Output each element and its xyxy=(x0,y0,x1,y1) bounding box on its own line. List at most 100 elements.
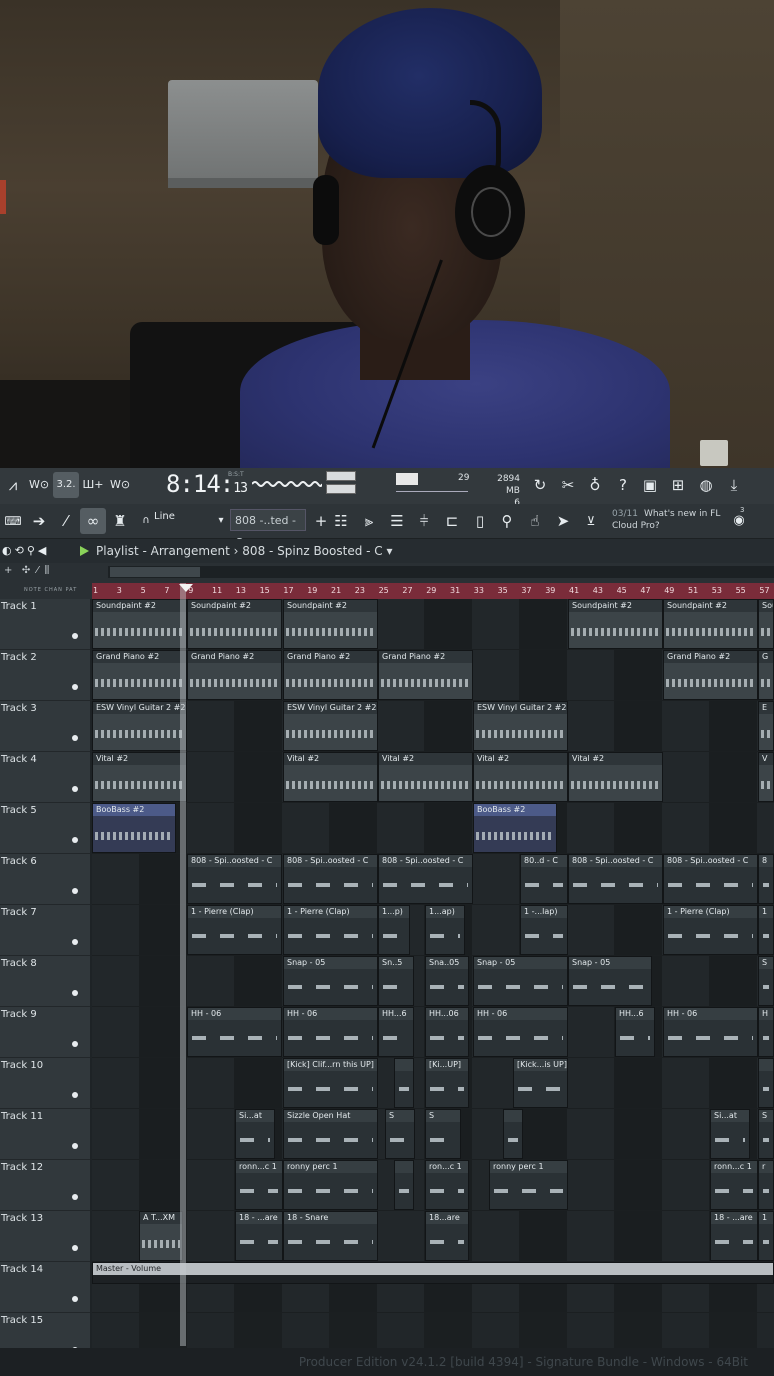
pattern-clip[interactable]: 808 - Spi..oosted - C xyxy=(378,854,473,904)
pattern-clip[interactable]: 1 - Pierre (Clap) xyxy=(187,905,282,955)
pattern-clip[interactable]: 1...p) xyxy=(378,905,410,955)
audio-clip[interactable]: Vital #2 xyxy=(283,752,378,802)
track-lane[interactable]: Vital #2 Vital #2 Vital #2 Vital #2 Vital #2… xyxy=(92,752,774,803)
track-mute-indicator[interactable] xyxy=(72,888,78,894)
brush-icon[interactable]: ⁄ xyxy=(53,508,79,534)
playhead-marker[interactable] xyxy=(179,584,193,592)
track-lane[interactable]: A T...XM 18 - ...are 18 - Snare 18...are 18 … xyxy=(92,1211,774,1262)
audio-clip[interactable]: Grand Piano #2 xyxy=(378,650,473,700)
pattern-clip[interactable]: Snap - 05 xyxy=(283,956,378,1006)
microphone-icon[interactable]: ♁ xyxy=(582,472,608,498)
pattern-clip[interactable]: 18 - ...are xyxy=(235,1211,283,1261)
pattern-clip[interactable]: 8 xyxy=(758,854,774,904)
pattern-clip[interactable]: 18 - Snare xyxy=(283,1211,378,1261)
track-lane[interactable]: [Kick] Clif...rn this UP] [Ki...UP] [Kick.… xyxy=(92,1058,774,1109)
pattern-clip[interactable]: 1 xyxy=(758,1211,774,1261)
track-mute-indicator[interactable] xyxy=(72,939,78,945)
pattern-clip[interactable] xyxy=(503,1109,523,1159)
timeline-ruler[interactable]: 1 3 5 7 9 11 13 15 17 19 21 23 25 27 29 31 33 35 37 39 41 43 4… xyxy=(92,583,774,599)
arrow-right-icon[interactable]: ➔ xyxy=(26,508,52,534)
pattern-clip[interactable]: [Kick...is UP] xyxy=(513,1058,568,1108)
plugin-icon[interactable]: ⚲ xyxy=(494,508,520,534)
track-mute-indicator[interactable] xyxy=(72,1194,78,1200)
audio-clip[interactable]: Soundpaint #2 xyxy=(187,599,282,649)
pattern-clip[interactable]: Snap - 05 xyxy=(568,956,652,1006)
pattern-clip[interactable]: 80..d - C xyxy=(520,854,568,904)
track-header[interactable]: Track 5 xyxy=(0,803,90,854)
audio-clip[interactable]: Vital #2 xyxy=(568,752,663,802)
pattern-clip[interactable] xyxy=(758,1058,774,1108)
track-header[interactable]: Track 2 xyxy=(0,650,90,701)
track-lane[interactable]: ronn...c 1 ronny perc 1 ron...c 1 ronny per… xyxy=(92,1160,774,1211)
mixer-icon[interactable]: ⊞ xyxy=(665,472,691,498)
send-icon[interactable]: ➤ xyxy=(550,508,576,534)
pattern-clip[interactable]: 808 - Spi..oosted - C xyxy=(663,854,758,904)
pattern-clip[interactable]: H xyxy=(758,1007,774,1057)
track-header[interactable]: Track 6 xyxy=(0,854,90,905)
track-mute-indicator[interactable] xyxy=(72,1092,78,1098)
playlist-icon[interactable]: ☷ xyxy=(328,508,354,534)
audio-clip[interactable]: BooBass #2 xyxy=(92,803,176,853)
browser-icon[interactable]: ⊏ xyxy=(439,508,465,534)
track-lane[interactable]: Master - Volume xyxy=(92,1262,774,1313)
horizontal-scrollbar[interactable] xyxy=(108,566,774,578)
pattern-clip[interactable]: HH - 06 xyxy=(283,1007,378,1057)
track-lane[interactable]: HH - 06 HH - 06 HH...6 HH...06 HH - 06 HH...6… xyxy=(92,1007,774,1058)
typing-keyboard-icon[interactable]: ⌨ xyxy=(0,508,26,534)
track-header[interactable]: Track 13 xyxy=(0,1211,90,1262)
pattern-clip[interactable]: [Kick] Clif...rn this UP] xyxy=(283,1058,378,1108)
automation-clip[interactable]: Master - Volume xyxy=(92,1262,774,1284)
audio-clip[interactable]: Soundpaint #2 xyxy=(568,599,663,649)
pattern-clip[interactable]: ron...c 1 xyxy=(425,1160,469,1210)
pattern-clip[interactable]: 1 - Pierre (Clap) xyxy=(283,905,378,955)
track-mute-indicator[interactable] xyxy=(72,1245,78,1251)
file-icon[interactable]: ▯ xyxy=(467,508,493,534)
pattern-clip[interactable]: Si...at xyxy=(710,1109,750,1159)
playlist-tools-icons[interactable]: ◐⟲⚲◀ xyxy=(2,539,49,563)
pattern-clip[interactable] xyxy=(394,1058,414,1108)
download-icon[interactable]: ⤓ xyxy=(721,472,747,498)
pattern-clip[interactable]: HH...06 xyxy=(425,1007,469,1057)
pattern-clip[interactable]: 808 - Spi..oosted - C xyxy=(568,854,663,904)
audio-clip[interactable]: Grand Piano #2 xyxy=(187,650,282,700)
track-header[interactable]: Track 10 xyxy=(0,1058,90,1109)
playhead[interactable] xyxy=(180,583,186,1346)
help-icon[interactable]: ? xyxy=(610,472,636,498)
track-mute-indicator[interactable] xyxy=(72,1041,78,1047)
pattern-clip[interactable]: 1...ap) xyxy=(425,905,465,955)
track-mute-indicator[interactable] xyxy=(72,786,78,792)
pattern-clip[interactable]: 808 - Spi..oosted - C xyxy=(187,854,282,904)
pattern-clip[interactable]: HH...6 xyxy=(378,1007,414,1057)
track-lane[interactable]: Si...at Sizzle Open Hat S S Si...at S xyxy=(92,1109,774,1160)
channel-rack-icon[interactable]: ☰ xyxy=(384,508,410,534)
link-icon[interactable]: ∞ xyxy=(80,508,106,534)
track-header[interactable]: Track 4 xyxy=(0,752,90,803)
audio-clip[interactable]: Grand Piano #2 xyxy=(283,650,378,700)
blend-notes-icon[interactable]: Ш+ xyxy=(80,472,106,498)
audio-clip[interactable]: Vital #2 xyxy=(378,752,473,802)
pattern-clip[interactable]: ronny perc 1 xyxy=(489,1160,568,1210)
track-header[interactable]: Track 14 xyxy=(0,1262,90,1313)
track-mute-indicator[interactable] xyxy=(72,633,78,639)
track-header[interactable]: Track 1 xyxy=(0,599,90,650)
track-mute-indicator[interactable] xyxy=(72,1143,78,1149)
pattern-clip[interactable] xyxy=(394,1160,414,1210)
audio-clip[interactable]: Grand Piano #2 xyxy=(663,650,758,700)
audio-clip[interactable]: Soundpaint #2 xyxy=(92,599,187,649)
track-lane[interactable]: ESW Vinyl Guitar 2 #2 ESW Vinyl Guitar 2 … xyxy=(92,701,774,752)
touch-icon[interactable]: ☝ xyxy=(522,508,548,534)
pattern-clip[interactable]: 808 - Spi..oosted - C xyxy=(283,854,378,904)
snap-mode-label[interactable]: Line xyxy=(154,511,175,522)
audio-clip[interactable]: Grand Piano #2 xyxy=(92,650,187,700)
piano-roll-icon[interactable]: ⫸ xyxy=(356,508,382,534)
track-header[interactable]: Track 11 xyxy=(0,1109,90,1160)
pattern-clip[interactable]: HH - 06 xyxy=(473,1007,568,1057)
track-mute-indicator[interactable] xyxy=(72,1296,78,1302)
pattern-clip[interactable]: ronny perc 1 xyxy=(283,1160,378,1210)
loop-record-icon[interactable]: W⊙ xyxy=(107,472,133,498)
track-header[interactable]: Track 9 xyxy=(0,1007,90,1058)
pattern-clip[interactable]: 1 - Pierre (Clap) xyxy=(663,905,758,955)
pattern-clip[interactable]: HH...6 xyxy=(615,1007,655,1057)
audio-clip[interactable]: A T...XM xyxy=(139,1211,183,1261)
audio-clip[interactable]: Vital #2 xyxy=(473,752,568,802)
